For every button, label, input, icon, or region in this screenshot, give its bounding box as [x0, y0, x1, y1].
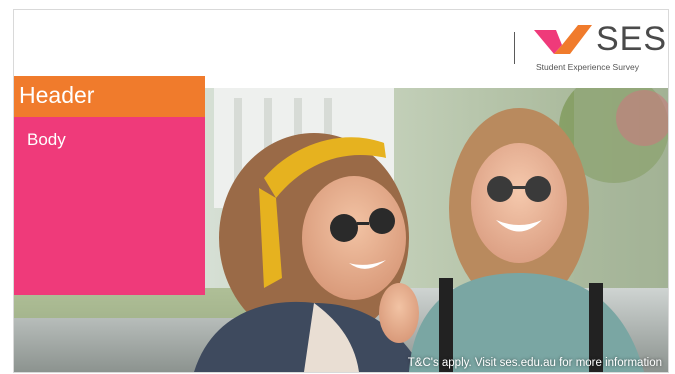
logo-divider — [514, 32, 515, 64]
logo-tagline: Student Experience Survey — [536, 62, 640, 72]
slide: SES Student Experience Survey Header Bod… — [13, 9, 669, 373]
logo-name: SES — [596, 20, 668, 58]
header-title: Header — [19, 82, 95, 108]
footer-note: T&C's apply. Visit ses.edu.au for more i… — [407, 357, 662, 369]
header-panel: Header — [14, 76, 205, 117]
body-text: Body — [27, 130, 66, 149]
body-panel: Body — [14, 117, 205, 295]
checkmark-logo-icon — [534, 25, 594, 60]
